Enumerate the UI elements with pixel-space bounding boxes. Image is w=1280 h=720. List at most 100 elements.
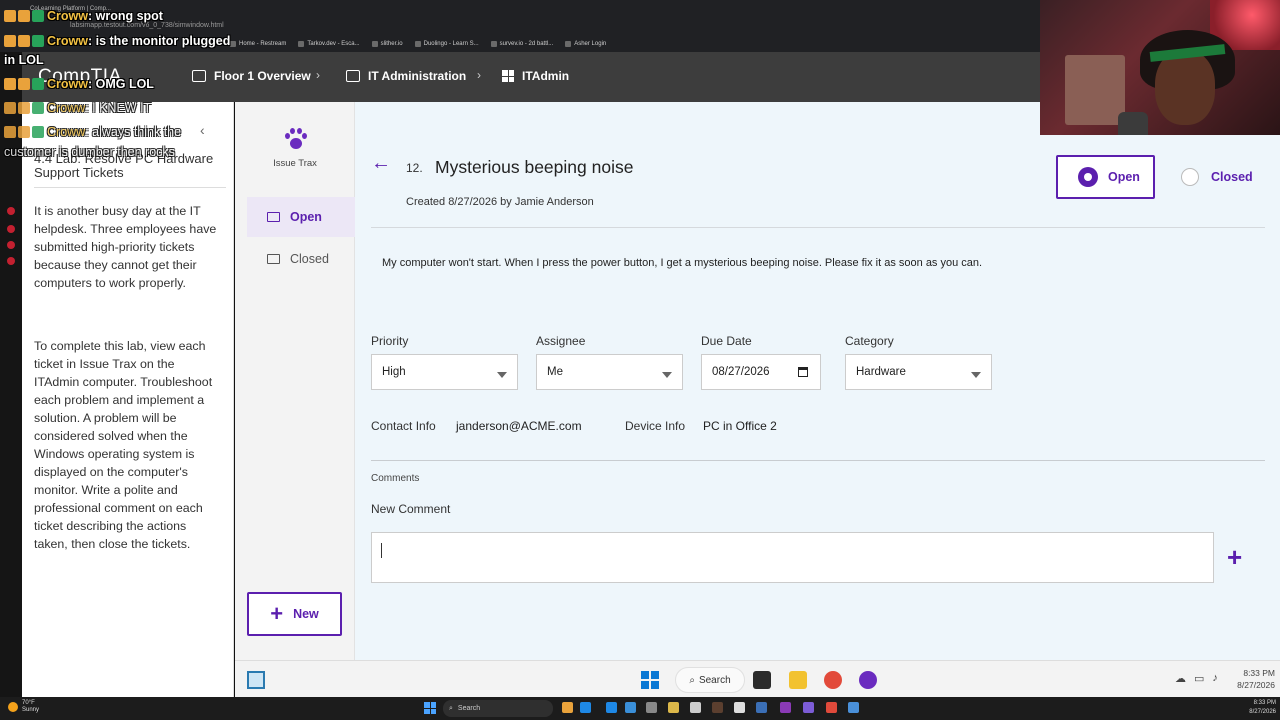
weather-widget[interactable]: 70°F Sunny — [8, 700, 39, 714]
host-clock[interactable]: 8:33 PM 8/27/2026 — [1236, 699, 1276, 717]
chevron-right-icon: › — [316, 68, 320, 82]
chrome-icon[interactable] — [826, 702, 837, 713]
file-explorer-icon[interactable] — [668, 702, 679, 713]
sidebar-app-icon[interactable] — [7, 257, 15, 265]
volume-icon[interactable]: ♪ — [1212, 672, 1218, 685]
new-comment-label: New Comment — [371, 502, 451, 516]
issue-trax-app-icon[interactable] — [859, 671, 877, 689]
ticket-title: Mysterious beeping noise — [435, 157, 634, 177]
issue-trax-paw-icon — [285, 128, 307, 150]
taskbar-app-icon[interactable] — [848, 702, 859, 713]
vm-taskbar: ⌕ Search ☁ ▭ ♪ 8:33 PM 8/27/2026 — [235, 660, 1280, 697]
chat-message: Croww: always think the — [4, 125, 181, 139]
chrome-icon[interactable] — [824, 671, 842, 689]
sidebar-app-icon[interactable] — [7, 241, 15, 249]
chat-message: Croww: OMG LOL — [4, 77, 154, 91]
terminal-app-icon[interactable] — [753, 671, 771, 689]
host-search[interactable]: ⌕ Search — [443, 700, 553, 717]
status-closed-radio[interactable]: Closed — [1181, 168, 1253, 186]
wall-poster — [1065, 55, 1125, 125]
taskbar-app-icon[interactable] — [606, 702, 617, 713]
radio-selected-icon — [1078, 167, 1098, 187]
taskbar-app-icon[interactable] — [734, 702, 745, 713]
divider — [34, 187, 226, 188]
search-icon: ⌕ — [689, 674, 695, 686]
new-comment-input[interactable] — [371, 532, 1214, 583]
bookmark-item[interactable]: Tarkov.dev - Esca... — [298, 38, 360, 50]
taskbar-app-icon[interactable] — [562, 702, 573, 713]
edge-icon[interactable] — [580, 702, 591, 713]
bookmark-item[interactable]: survev.io - 2d battl... — [490, 38, 553, 50]
streamer-face — [1155, 50, 1215, 125]
priority-select[interactable]: High — [371, 354, 518, 390]
discord-icon[interactable] — [803, 702, 814, 713]
onedrive-icon[interactable]: ☁ — [1175, 672, 1186, 685]
nav-closed-tickets[interactable]: Closed — [247, 239, 355, 279]
issue-trax-nav: Issue Trax Open Closed + New — [235, 102, 355, 660]
assignee-select[interactable]: Me — [536, 354, 683, 390]
taskbar-app-icon[interactable] — [690, 702, 701, 713]
sidebar-app-icon[interactable] — [7, 225, 15, 233]
inbox-icon — [267, 212, 280, 222]
monitor-icon — [346, 70, 360, 82]
dropdown-caret-icon — [662, 372, 672, 378]
plus-icon: + — [270, 601, 284, 626]
dropdown-caret-icon — [971, 372, 981, 378]
search-icon: ⌕ — [449, 704, 453, 712]
collapse-panel-icon[interactable]: ‹ — [200, 122, 205, 138]
assignee-label: Assignee — [536, 334, 586, 348]
ticket-created: Created 8/27/2026 by Jamie Anderson — [406, 196, 594, 208]
taskbar-search[interactable]: ⌕ Search — [675, 667, 745, 693]
building-icon — [192, 70, 206, 82]
network-icon[interactable]: ▭ — [1194, 672, 1204, 685]
bookmark-icon — [230, 41, 236, 47]
file-explorer-icon[interactable] — [789, 671, 807, 689]
breadcrumb-itadmin[interactable]: ITAdmin — [502, 69, 569, 83]
ticket-description: My computer won't start. When I press th… — [382, 257, 983, 269]
vm-clock[interactable]: 8:33 PM 8/27/2026 — [1225, 667, 1275, 691]
inbox-closed-icon — [267, 254, 280, 264]
instructions-panel: ‹ 4.4 Lab: Resolve PC Hardware Support T… — [22, 102, 234, 697]
start-windows-icon[interactable] — [641, 671, 659, 689]
bookmark-item[interactable]: Asher Login — [565, 38, 606, 50]
divider — [371, 460, 1265, 461]
status-open-radio[interactable]: Open — [1056, 155, 1155, 199]
bookmark-item[interactable]: Home - Restream — [230, 38, 286, 50]
breadcrumb-floor[interactable]: Floor 1 Overview — [192, 69, 311, 83]
taskbar-app-icon[interactable] — [646, 702, 657, 713]
webcam-overlay — [1040, 0, 1280, 135]
bookmark-icon — [298, 41, 305, 47]
due-date-label: Due Date — [701, 334, 752, 348]
screen: CoLearning Platform | Comp... labsimapp.… — [0, 0, 1280, 720]
device-info-label: Device Info — [625, 419, 686, 433]
add-comment-plus-icon[interactable]: + — [1227, 542, 1242, 573]
due-date-input[interactable]: 08/27/2026 — [701, 354, 821, 390]
bookmark-icon — [371, 41, 378, 47]
bookmark-item[interactable]: slither.io — [371, 38, 403, 50]
steam-icon[interactable] — [756, 702, 767, 713]
host-taskbar: 70°F Sunny ⌕ Search 8:33 PM 8/27/2026 — [0, 697, 1280, 720]
instructions-paragraph: It is another busy day at the IT helpdes… — [34, 204, 217, 290]
calendar-icon[interactable] — [798, 367, 808, 377]
taskbar-app-icon[interactable] — [625, 702, 636, 713]
back-arrow-icon[interactable]: ← — [371, 152, 391, 175]
nav-open-tickets[interactable]: Open — [247, 197, 355, 237]
bookmark-item[interactable]: Duolingo - Learn S... — [414, 38, 479, 50]
contact-info-label: Contact Info — [371, 419, 436, 433]
device-info-value: PC in Office 2 — [703, 419, 777, 433]
host-start-windows-icon[interactable] — [424, 702, 436, 714]
category-label: Category — [845, 334, 894, 348]
chat-message-continued: in LOL — [4, 53, 44, 67]
new-ticket-button[interactable]: + New — [247, 592, 342, 636]
address-bar[interactable]: labsimapp.testout.com/v6_0_738/simwindow… — [70, 22, 224, 29]
category-select[interactable]: Hardware — [845, 354, 992, 390]
twitch-icon[interactable] — [780, 702, 791, 713]
breadcrumb-it-admin[interactable]: IT Administration — [346, 69, 466, 83]
widgets-icon[interactable] — [247, 671, 265, 689]
chat-message-continued: customer is dumber then rocks — [4, 145, 175, 159]
sidebar-app-icon[interactable] — [7, 207, 15, 215]
system-tray[interactable]: ☁ ▭ ♪ — [1175, 672, 1218, 685]
chevron-right-icon: › — [477, 68, 481, 82]
taskbar-app-icon[interactable] — [712, 702, 723, 713]
comments-heading: Comments — [371, 473, 420, 484]
